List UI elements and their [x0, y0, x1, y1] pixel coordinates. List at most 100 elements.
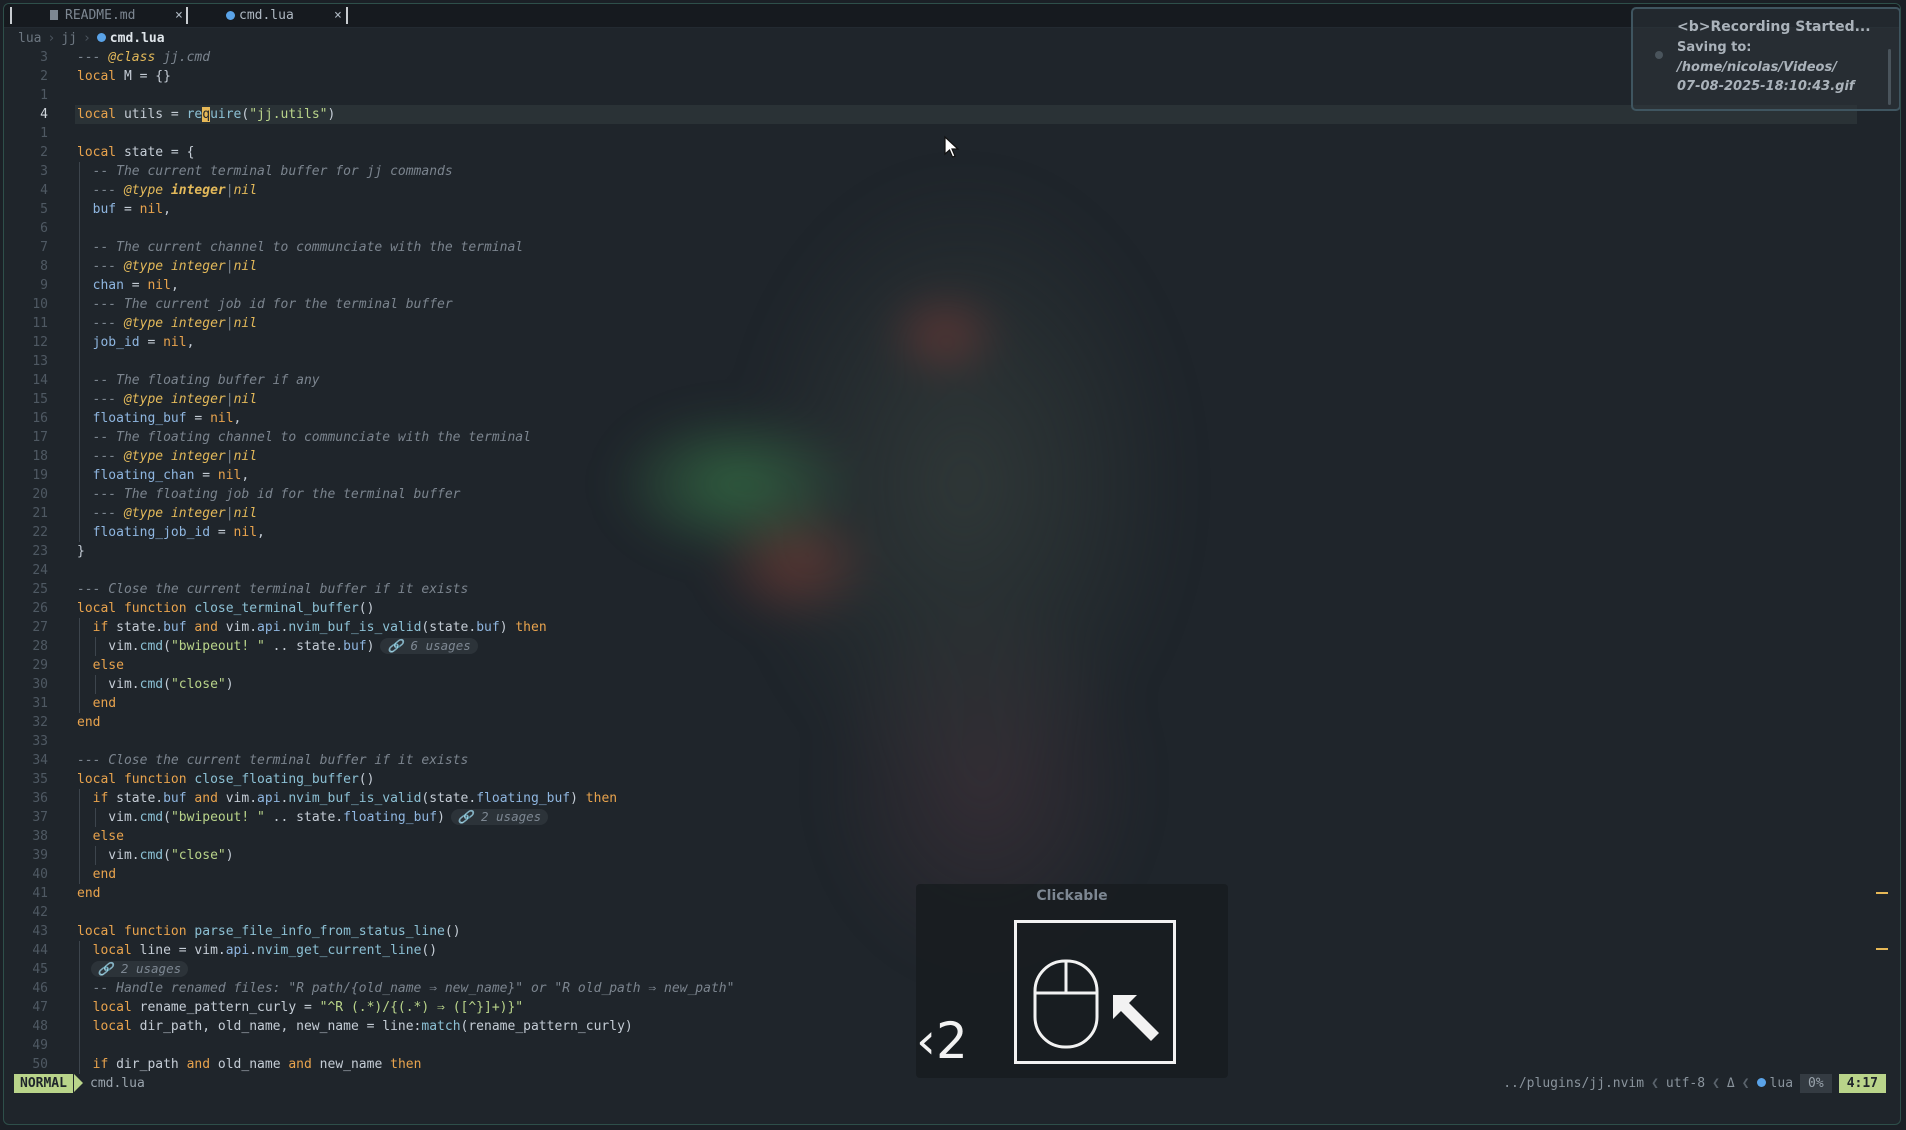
code-line: floating_chan = nil,	[77, 466, 1477, 485]
code-line: end	[77, 715, 101, 730]
code-line	[77, 219, 1477, 238]
code-line: end	[77, 865, 1477, 884]
line-number: 30	[32, 677, 48, 692]
line-number: 50	[32, 1057, 48, 1072]
recording-notification[interactable]: <b>Recording Started... Saving to: /home…	[1631, 7, 1900, 111]
code-line: end	[77, 886, 101, 901]
code-line: --- @type integer|nil	[77, 390, 1477, 409]
line-number: 45	[32, 962, 48, 977]
line-number: 2	[40, 145, 48, 160]
status-path: ../plugins/jj.nvim	[1503, 1076, 1645, 1091]
status-filename: cmd.lua	[90, 1076, 145, 1091]
line-number: 1	[40, 126, 48, 141]
line-number: 1	[40, 88, 48, 103]
tab-readme[interactable]: README.md ×	[50, 4, 190, 26]
line-number: 44	[32, 943, 48, 958]
status-position: 4:17	[1838, 1074, 1886, 1093]
code-line: floating_buf = nil,	[77, 409, 1477, 428]
code-line: -- Handle renamed files: "R path/{old_na…	[77, 979, 1477, 998]
tab-label: cmd.lua	[239, 7, 294, 23]
notification-icon	[1655, 51, 1663, 59]
code-line: local line = vim.api.nvim_get_current_li…	[77, 941, 1477, 960]
code-line	[77, 1036, 1477, 1055]
code-line: if dir_path and old_name and new_name th…	[77, 1055, 1477, 1074]
line-number: 48	[32, 1019, 48, 1034]
mouse-click-icon-box	[1014, 920, 1176, 1064]
line-number: 35	[32, 772, 48, 787]
line-number: 8	[40, 259, 48, 274]
line-number: 12	[32, 335, 48, 350]
code-line: -- The floating channel to communciate w…	[77, 428, 1477, 447]
code-line: if state.buf and vim.api.nvim_buf_is_val…	[77, 789, 1477, 808]
code-line: --- The floating job id for the terminal…	[77, 485, 1477, 504]
breadcrumb-current[interactable]: cmd.lua	[96, 30, 165, 46]
line-number: 18	[32, 449, 48, 464]
notification-filename: 07-08-2025-18:10:43.gif	[1677, 79, 1855, 94]
chevron-left-icon: ❮	[1741, 1076, 1750, 1091]
status-filetype-label: lua	[1769, 1076, 1794, 1091]
mouse-pointer-icon	[944, 135, 960, 158]
line-number: 26	[32, 601, 48, 616]
tab-close-button[interactable]: ×	[175, 8, 183, 23]
code-buffer[interactable]: --- @class jj.cmd local M = {} local uti…	[75, 48, 1857, 1074]
code-line: --- The current job id for the terminal …	[77, 295, 1477, 314]
code-line: --- @class jj.cmd	[77, 50, 211, 65]
mode-indicator: NORMAL	[14, 1074, 73, 1093]
line-number: 9	[40, 278, 48, 293]
code-line: job_id = nil,	[77, 333, 1477, 352]
usages-hint[interactable]: 🔗 2 usages	[450, 809, 549, 825]
code-line: --- @type integer|nil	[77, 257, 1477, 276]
mode-separator	[74, 1074, 83, 1092]
tab-close-button[interactable]: ×	[334, 8, 342, 23]
line-number: 40	[32, 867, 48, 882]
tab-separator	[10, 7, 12, 24]
line-number: 31	[32, 696, 48, 711]
lua-icon	[96, 32, 106, 42]
usages-hint[interactable]: 🔗 6 usages	[380, 638, 478, 654]
breadcrumb-current-label: cmd.lua	[109, 30, 165, 46]
breadcrumb-separator: ›	[82, 30, 91, 46]
line-number: 17	[32, 430, 48, 445]
tab-cmd-lua[interactable]: cmd.lua ×	[226, 4, 346, 26]
format-icon: Δ	[1726, 1076, 1735, 1091]
breadcrumb-item[interactable]: jj	[61, 31, 77, 46]
notification-title: <b>Recording Started...	[1677, 19, 1871, 35]
breadcrumb-item[interactable]: lua	[18, 31, 41, 46]
code-line: -- The floating buffer if any	[77, 371, 1477, 390]
click-indicator-overlay: Clickable ‹2	[916, 884, 1228, 1078]
line-number: 36	[32, 791, 48, 806]
line-number: 39	[32, 848, 48, 863]
line-number: 14	[32, 373, 48, 388]
line-number: 32	[32, 715, 48, 730]
code-line: -- The current channel to communciate wi…	[77, 238, 1477, 257]
line-number: 3	[40, 164, 48, 179]
breadcrumb: lua › jj › cmd.lua	[18, 29, 165, 47]
line-number: 16	[32, 411, 48, 426]
code-line: }	[77, 544, 85, 559]
line-number: 20	[32, 487, 48, 502]
line-number: 6	[40, 221, 48, 236]
code-line: local function parse_file_info_from_stat…	[77, 924, 461, 939]
chevron-left-icon: ❮	[1712, 1076, 1720, 1091]
line-number: 38	[32, 829, 48, 844]
line-number: 46	[32, 981, 48, 996]
lua-icon	[1756, 1078, 1766, 1087]
code-line: else	[77, 827, 1477, 846]
notification-line: Saving to:	[1677, 40, 1752, 55]
code-line: vim.cmd("bwipeout! " .. state.buf) 🔗 6 us…	[77, 637, 1477, 656]
line-number: 2	[40, 69, 48, 84]
editor-window: README.md × cmd.lua × lua › jj › cmd.lua…	[3, 3, 1901, 1125]
line-number: 22	[32, 525, 48, 540]
line-number: 21	[32, 506, 48, 521]
scrollbar-mark	[1876, 892, 1888, 894]
usages-hint[interactable]: 🔗 2 usages	[90, 961, 189, 977]
line-number: 33	[32, 734, 48, 749]
tab-separator	[346, 7, 348, 24]
line-number: 23	[32, 544, 48, 559]
line-number: 10	[32, 297, 48, 312]
code-line: --- @type integer|nil	[77, 314, 1477, 333]
